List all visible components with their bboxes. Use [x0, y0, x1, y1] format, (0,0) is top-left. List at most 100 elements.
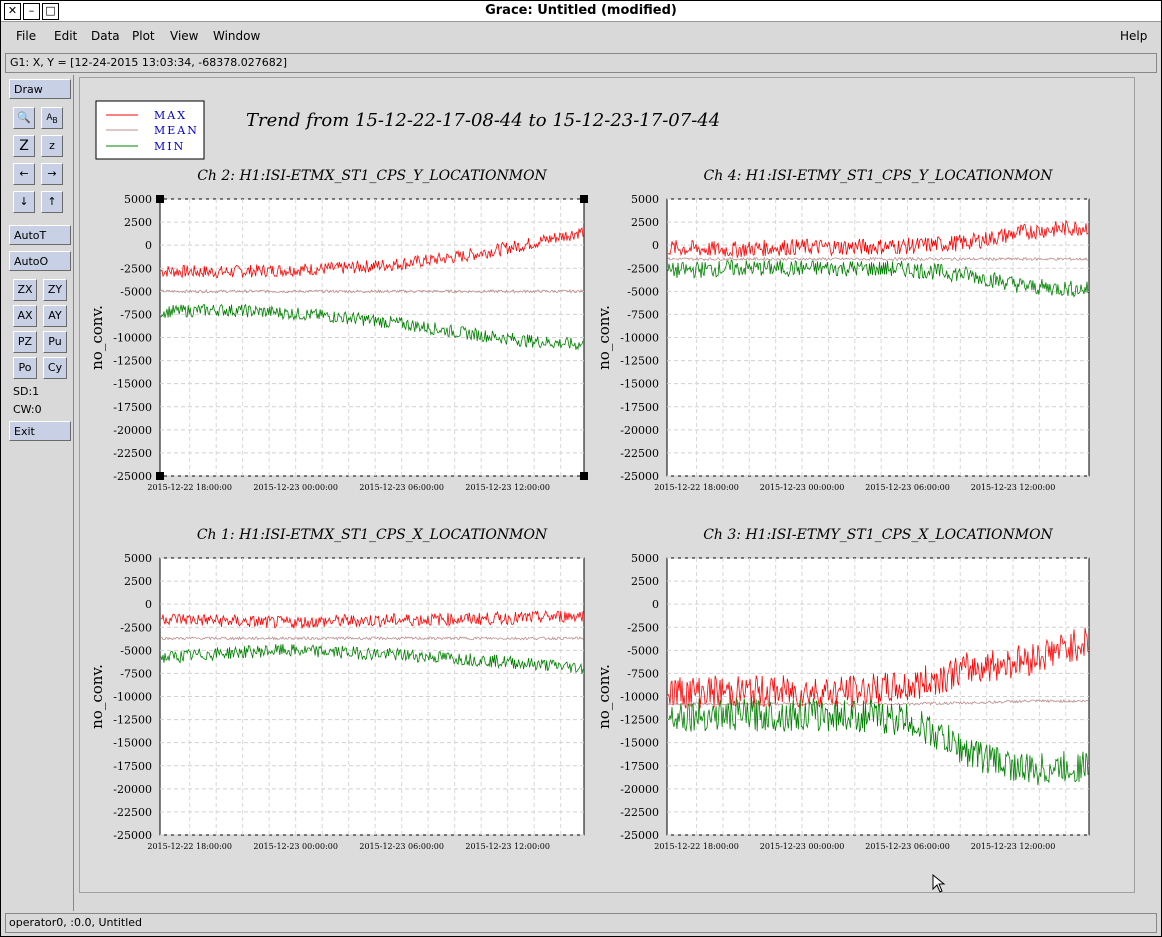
autoo-button[interactable]: AutoO [9, 251, 71, 271]
menu-view[interactable]: View [170, 29, 198, 43]
y-tick-label: -15000 [113, 378, 152, 391]
ax-label: AX [17, 309, 33, 322]
tool-panel: Draw 🔍 AB Z z ← → ↓ ↑ AutoT AutoO ZX ZY … [5, 75, 74, 911]
zy-button[interactable]: ZY [43, 279, 67, 301]
y-tick-label: 2500 [124, 216, 152, 229]
ax-button[interactable]: AX [13, 305, 37, 327]
exit-button[interactable]: Exit [9, 421, 71, 441]
y-tick-label: -25000 [113, 470, 152, 483]
x-tick-label: 2015-12-22 18:00:00 [654, 483, 739, 492]
legend-mean-label: MEAN [154, 124, 199, 137]
ay-label: AY [48, 309, 62, 322]
y-tick-label: 5000 [631, 552, 659, 565]
x-tick-label: 2015-12-23 12:00:00 [465, 483, 550, 492]
autot-label: AutoT [14, 229, 47, 242]
po-label: Po [18, 361, 32, 374]
exit-label: Exit [14, 425, 35, 438]
draw-button[interactable]: Draw [9, 79, 71, 99]
zx-button[interactable]: ZX [13, 279, 37, 301]
pz-label: PZ [17, 335, 33, 348]
y-tick-label: 0 [652, 598, 659, 611]
menu-window[interactable]: Window [213, 29, 260, 43]
y-tick-label: -22500 [620, 806, 659, 819]
x-tick-label: 2015-12-22 18:00:00 [654, 842, 739, 851]
ay-button[interactable]: AY [43, 305, 67, 327]
y-tick-label: -17500 [113, 760, 152, 773]
y-tick-label: 2500 [124, 575, 152, 588]
arrow-right-icon[interactable]: → [41, 163, 63, 185]
menu-file[interactable]: File [16, 29, 36, 43]
status-text: operator0, :0.0, Untitled [9, 916, 143, 929]
selection-handle [580, 472, 588, 480]
chart-title: Ch 4: H1:ISI-ETMY_ST1_CPS_Y_LOCATIONMON [704, 168, 1054, 184]
y-tick-label: -12500 [113, 714, 152, 727]
plot-svg: MAX MEAN MIN Trend from 15-12-22-17-08-4… [88, 100, 1090, 851]
grace-window: ✕ – □ Grace: Untitled (modified) File Ed… [0, 0, 1162, 937]
locator-bar: G1: X, Y = [12-24-2015 13:03:34, -68378.… [5, 53, 1157, 73]
y-tick-label: -22500 [113, 447, 152, 460]
zoom-out-button[interactable]: z [41, 135, 63, 157]
cy-button[interactable]: Cy [43, 357, 67, 379]
x-tick-label: 2015-12-23 00:00:00 [760, 842, 845, 851]
zoom-in-label: Z [19, 138, 29, 154]
x-tick-label: 2015-12-23 06:00:00 [359, 483, 444, 492]
pz-button[interactable]: PZ [13, 331, 37, 353]
y-tick-label: -17500 [113, 401, 152, 414]
y-tick-label: 2500 [631, 575, 659, 588]
y-tick-label: -10000 [113, 691, 152, 704]
status-bar: operator0, :0.0, Untitled [5, 913, 1157, 933]
menu-data[interactable]: Data [91, 29, 120, 43]
zoom-icon[interactable]: 🔍 [13, 107, 35, 129]
legend-min-label: MIN [154, 140, 185, 153]
zy-label: ZY [47, 283, 63, 296]
y-tick-label: -5000 [120, 285, 152, 298]
y-tick-label: -5000 [627, 644, 659, 657]
arrow-left-icon[interactable]: ← [13, 163, 35, 185]
x-tick-label: 2015-12-23 00:00:00 [253, 842, 338, 851]
draw-label: Draw [14, 83, 43, 96]
selection-handle [580, 195, 588, 203]
x-tick-label: 2015-12-23 00:00:00 [253, 483, 338, 492]
y-tick-label: 0 [145, 239, 152, 252]
arrow-down-icon[interactable]: ↓ [13, 191, 35, 213]
autot-button[interactable]: AutoT [9, 225, 71, 245]
y-tick-label: -17500 [620, 401, 659, 414]
x-tick-label: 2015-12-23 06:00:00 [359, 842, 444, 851]
y-axis-label: no_conv. [88, 305, 106, 370]
selection-handle [156, 195, 164, 203]
menu-plot[interactable]: Plot [132, 29, 155, 43]
po-button[interactable]: Po [13, 357, 37, 379]
y-tick-label: -25000 [113, 829, 152, 842]
y-tick-label: -10000 [620, 332, 659, 345]
y-tick-label: 0 [145, 598, 152, 611]
y-tick-label: -20000 [620, 424, 659, 437]
chart-title: Ch 2: H1:ISI-ETMX_ST1_CPS_Y_LOCATIONMON [197, 168, 547, 184]
sd-readout: SD:1 [13, 385, 40, 398]
y-tick-label: -5000 [627, 285, 659, 298]
y-tick-label: -17500 [620, 760, 659, 773]
arrow-up-icon[interactable]: ↑ [41, 191, 63, 213]
pu-button[interactable]: Pu [43, 331, 67, 353]
cw-readout: CW:0 [13, 403, 42, 416]
y-tick-label: -7500 [120, 308, 152, 321]
y-tick-label: -2500 [120, 621, 152, 634]
plot-canvas[interactable]: MAX MEAN MIN Trend from 15-12-22-17-08-4… [79, 77, 1135, 893]
zx-label: ZX [17, 283, 33, 296]
y-tick-label: -2500 [627, 262, 659, 275]
y-tick-label: -20000 [113, 424, 152, 437]
y-tick-label: 0 [652, 239, 659, 252]
y-tick-label: -10000 [620, 691, 659, 704]
menu-edit[interactable]: Edit [54, 29, 77, 43]
y-tick-label: 5000 [631, 193, 659, 206]
mouse-cursor-icon [932, 874, 946, 893]
y-tick-label: -7500 [627, 667, 659, 680]
y-tick-label: -15000 [620, 737, 659, 750]
y-tick-label: 2500 [631, 216, 659, 229]
autoscale-text-icon[interactable]: AB [41, 107, 63, 129]
zoom-in-button[interactable]: Z [13, 135, 35, 157]
charts-group: 5000 2500 0 -2500 -5000 -7500 -10000 -12500 -150… [88, 168, 1090, 851]
x-tick-label: 2015-12-23 12:00:00 [465, 842, 550, 851]
menu-bar: File Edit Data Plot View Window Help [1, 22, 1161, 50]
chart-title: Ch 1: H1:ISI-ETMX_ST1_CPS_X_LOCATIONMON [197, 527, 548, 543]
menu-help[interactable]: Help [1120, 29, 1147, 43]
